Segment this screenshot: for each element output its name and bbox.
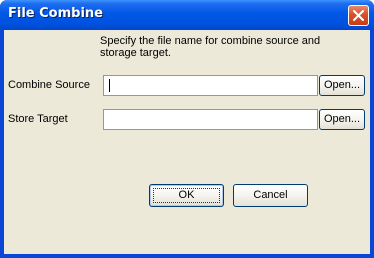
cancel-button[interactable]: Cancel [233, 184, 308, 207]
instructions-line-1: Specify the file name for combine source… [100, 35, 321, 47]
ok-button[interactable]: OK [149, 184, 224, 207]
store-target-open-button[interactable]: Open... [319, 109, 365, 130]
combine-source-open-button[interactable]: Open... [319, 75, 365, 96]
close-icon [353, 10, 364, 21]
combine-source-input[interactable] [103, 75, 318, 96]
window-title: File Combine [8, 6, 103, 21]
text-caret [109, 79, 110, 92]
combine-source-label: Combine Source [8, 79, 90, 91]
store-target-input[interactable] [103, 109, 318, 130]
title-bar[interactable]: File Combine [0, 0, 374, 30]
close-button[interactable] [348, 5, 369, 26]
instructions-line-2: storage target. [100, 47, 171, 59]
instructions-text: Specify the file name for combine source… [100, 35, 345, 59]
store-target-label: Store Target [8, 113, 68, 125]
dialog-body [4, 30, 370, 254]
